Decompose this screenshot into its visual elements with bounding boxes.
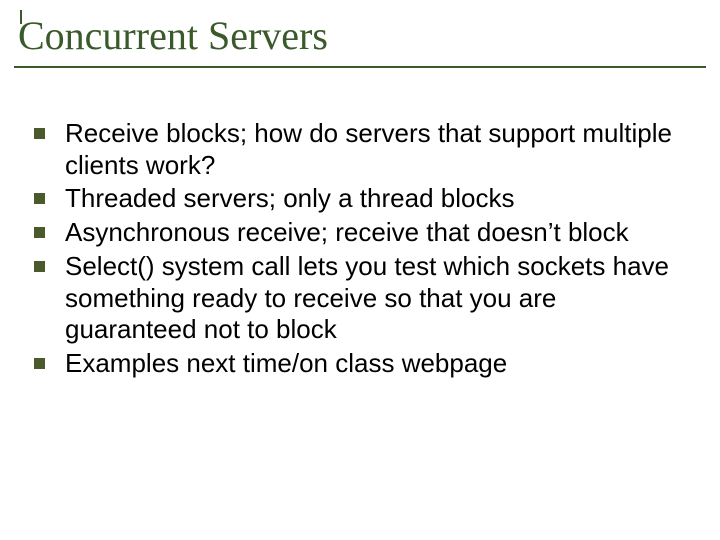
square-bullet-icon <box>34 128 45 139</box>
list-item-text: Threaded servers; only a thread blocks <box>65 183 690 215</box>
slide: Concurrent Servers Receive blocks; how d… <box>0 0 720 540</box>
list-item-text: Asynchronous receive; receive that doesn… <box>65 217 690 249</box>
bullet-list: Receive blocks; how do servers that supp… <box>34 118 690 382</box>
square-bullet-icon <box>34 261 45 272</box>
list-item: Examples next time/on class webpage <box>34 348 690 380</box>
square-bullet-icon <box>34 193 45 204</box>
list-item: Threaded servers; only a thread blocks <box>34 183 690 215</box>
title-underline <box>14 66 706 68</box>
square-bullet-icon <box>34 227 45 238</box>
slide-title: Concurrent Servers <box>14 10 706 66</box>
list-item-text: Receive blocks; how do servers that supp… <box>65 118 690 181</box>
list-item-text: Select() system call lets you test which… <box>65 251 690 346</box>
list-item: Receive blocks; how do servers that supp… <box>34 118 690 181</box>
title-area: Concurrent Servers <box>14 10 706 68</box>
title-tick <box>20 10 22 24</box>
list-item: Asynchronous receive; receive that doesn… <box>34 217 690 249</box>
list-item-text: Examples next time/on class webpage <box>65 348 690 380</box>
list-item: Select() system call lets you test which… <box>34 251 690 346</box>
square-bullet-icon <box>34 358 45 369</box>
